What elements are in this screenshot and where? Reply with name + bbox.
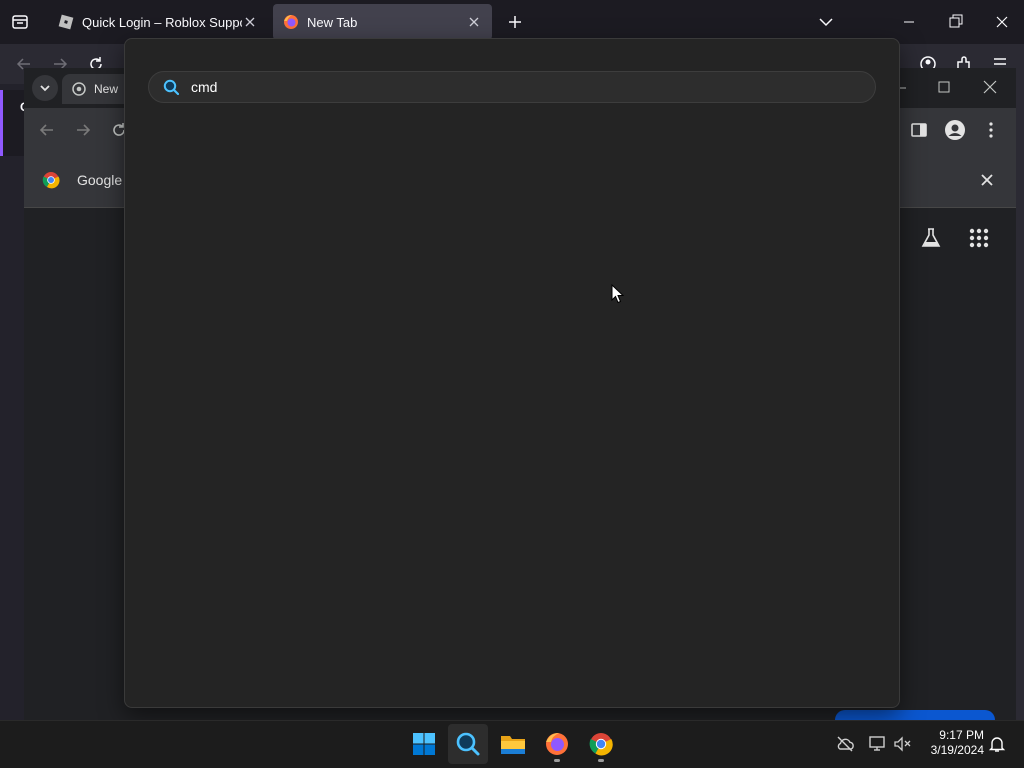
customize-chrome-button[interactable] <box>835 710 995 720</box>
chrome-close-icon[interactable] <box>982 79 998 95</box>
firefox-tab-roblox[interactable]: Quick Login – Roblox Support <box>48 4 268 40</box>
chrome-tab-label: New <box>94 82 119 96</box>
tab-label: Quick Login – Roblox Support <box>82 14 242 30</box>
taskbar-firefox[interactable] <box>537 724 577 764</box>
taskbar-clock[interactable]: 9:17 PM 3/19/2024 <box>916 728 984 758</box>
chrome-tab[interactable]: New <box>62 74 132 104</box>
chrome-icon <box>589 733 613 756</box>
windows-search-panel <box>124 38 900 708</box>
notifications-bell-icon[interactable] <box>988 735 1006 753</box>
chrome-forward-icon[interactable] <box>74 121 92 139</box>
search-icon <box>456 732 480 756</box>
running-indicator <box>598 759 604 762</box>
clock-time: 9:17 PM <box>939 728 984 742</box>
firefox-content-edge <box>0 84 24 720</box>
close-icon[interactable] <box>242 14 258 30</box>
firefox-icon <box>546 733 568 755</box>
restore-icon[interactable] <box>946 12 966 32</box>
side-panel-icon[interactable] <box>910 121 928 139</box>
firefox-tab-new-tab[interactable]: New Tab <box>273 4 492 40</box>
new-tab-button[interactable] <box>505 12 525 32</box>
tab-search-button[interactable] <box>32 75 58 101</box>
roblox-icon <box>58 14 74 30</box>
close-window-icon[interactable] <box>992 12 1012 32</box>
start-icon <box>413 733 435 755</box>
search-icon <box>163 79 179 95</box>
running-indicator <box>554 759 560 762</box>
start-button[interactable] <box>404 724 444 764</box>
google-chrome-logo-icon <box>42 171 60 189</box>
chrome-menu-icon[interactable] <box>982 120 1000 140</box>
onedrive-offline-icon[interactable] <box>835 735 855 753</box>
taskbar-chrome[interactable] <box>581 724 621 764</box>
mouse-cursor-icon <box>611 284 625 304</box>
chevron-down-icon <box>40 85 50 92</box>
list-all-tabs-icon[interactable] <box>816 12 836 32</box>
chrome-back-icon[interactable] <box>38 121 56 139</box>
google-apps-icon[interactable] <box>969 228 989 248</box>
taskbar-file-explorer[interactable] <box>493 724 533 764</box>
firefox-icon <box>283 14 299 30</box>
file-explorer-icon <box>501 736 525 754</box>
network-icon[interactable] <box>867 735 887 753</box>
close-icon[interactable] <box>466 14 482 30</box>
taskbar-search-button[interactable] <box>448 724 488 764</box>
tab-overview-icon[interactable] <box>8 12 32 32</box>
volume-muted-icon[interactable] <box>893 735 913 753</box>
chrome-maximize-icon[interactable] <box>936 79 952 95</box>
search-input[interactable] <box>191 79 841 95</box>
chrome-minimize-icon[interactable] <box>900 80 916 96</box>
minimize-icon[interactable] <box>900 12 920 32</box>
profile-icon[interactable] <box>944 119 966 141</box>
labs-flask-icon[interactable] <box>920 226 942 250</box>
search-box[interactable] <box>148 71 876 103</box>
clock-date: 3/19/2024 <box>930 743 984 757</box>
chrome-tab-favicon-icon <box>72 82 86 96</box>
info-bar-close-icon[interactable] <box>978 171 996 189</box>
tab-label: New Tab <box>307 14 358 30</box>
